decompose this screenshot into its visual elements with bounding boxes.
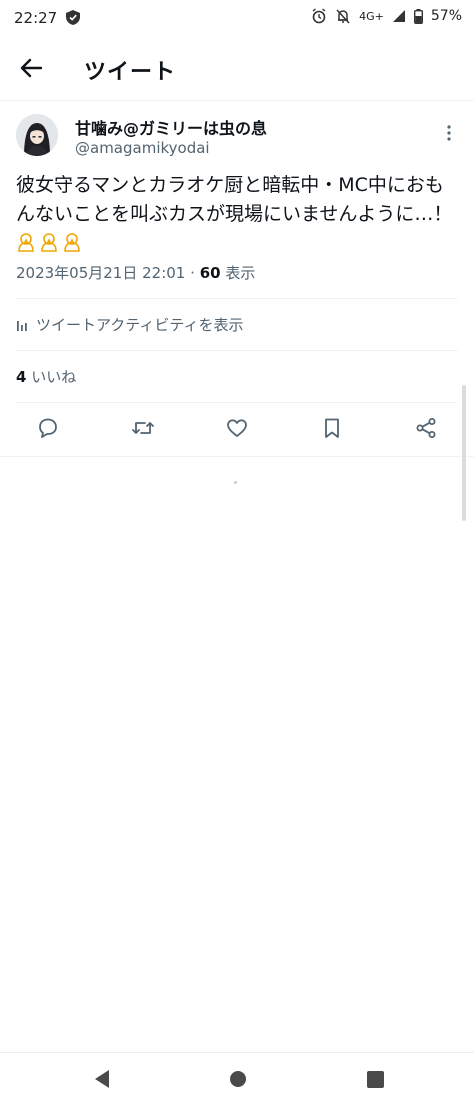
arrow-left-icon[interactable] — [18, 54, 46, 82]
recents-nav-icon[interactable] — [367, 1071, 384, 1088]
mute-icon — [336, 9, 350, 24]
analytics-icon — [17, 320, 27, 331]
author-name[interactable]: 甘噛み@ガミリーは虫の息 — [75, 115, 267, 139]
avatar[interactable] — [16, 114, 58, 156]
status-bar: 22:27 4G+ 57% — [0, 0, 474, 36]
tweet-text-block: 彼女守るマンとカラオケ厨と暗転中・MC中におもんないことを叫ぶカスが現場にいませ… — [16, 171, 458, 258]
network-label: 4G+ — [359, 9, 384, 23]
pray-icon — [41, 233, 57, 252]
likes-label: いいね — [31, 368, 77, 386]
loading-dot — [234, 481, 237, 484]
system-navigation-bar — [0, 1052, 474, 1107]
share-icon[interactable] — [414, 416, 438, 440]
divider — [16, 402, 458, 403]
analytics-label: ツイートアクティビティを表示 — [36, 316, 244, 334]
meta-separator: · — [190, 264, 195, 282]
pray-icon — [64, 233, 80, 252]
battery-level: 57% — [430, 8, 462, 24]
page-title: ツイート — [84, 60, 177, 85]
more-options-icon[interactable] — [440, 124, 458, 142]
views-label: 表示 — [225, 264, 256, 282]
tweet-activity-link[interactable]: ツイートアクティビティを表示 — [16, 314, 243, 335]
like-icon[interactable] — [225, 416, 249, 440]
alarm-icon — [312, 8, 326, 24]
retweet-icon[interactable] — [131, 416, 155, 440]
tweet-text: 彼女守るマンとカラオケ厨と暗転中・MC中におもんないことを叫ぶカスが現場にいませ… — [16, 174, 453, 225]
views-count: 60 — [199, 264, 221, 282]
divider — [0, 456, 474, 457]
status-time: 22:27 — [14, 9, 58, 27]
divider — [16, 298, 458, 299]
likes-summary[interactable]: 4 いいね — [16, 366, 76, 387]
tweet-date[interactable]: 2023年05月21日 22:01 — [16, 264, 185, 282]
home-nav-icon[interactable] — [229, 1070, 247, 1088]
author-handle[interactable]: @amagamikyodai — [75, 139, 210, 157]
signal-icon — [392, 10, 405, 22]
likes-count: 4 — [16, 368, 27, 386]
top-app-bar: ツイート — [0, 36, 474, 101]
shield-icon — [66, 10, 80, 25]
reply-icon[interactable] — [36, 416, 60, 440]
divider — [16, 350, 458, 351]
tweet-actions — [0, 404, 474, 452]
battery-icon — [413, 8, 423, 24]
avatar-image — [16, 114, 58, 156]
pray-icon — [18, 233, 34, 252]
back-nav-icon[interactable] — [93, 1069, 111, 1089]
tweet-meta: 2023年05月21日 22:01 · 60 表示 — [16, 262, 255, 283]
scrollbar[interactable] — [462, 385, 466, 521]
bookmark-icon[interactable] — [320, 416, 344, 440]
